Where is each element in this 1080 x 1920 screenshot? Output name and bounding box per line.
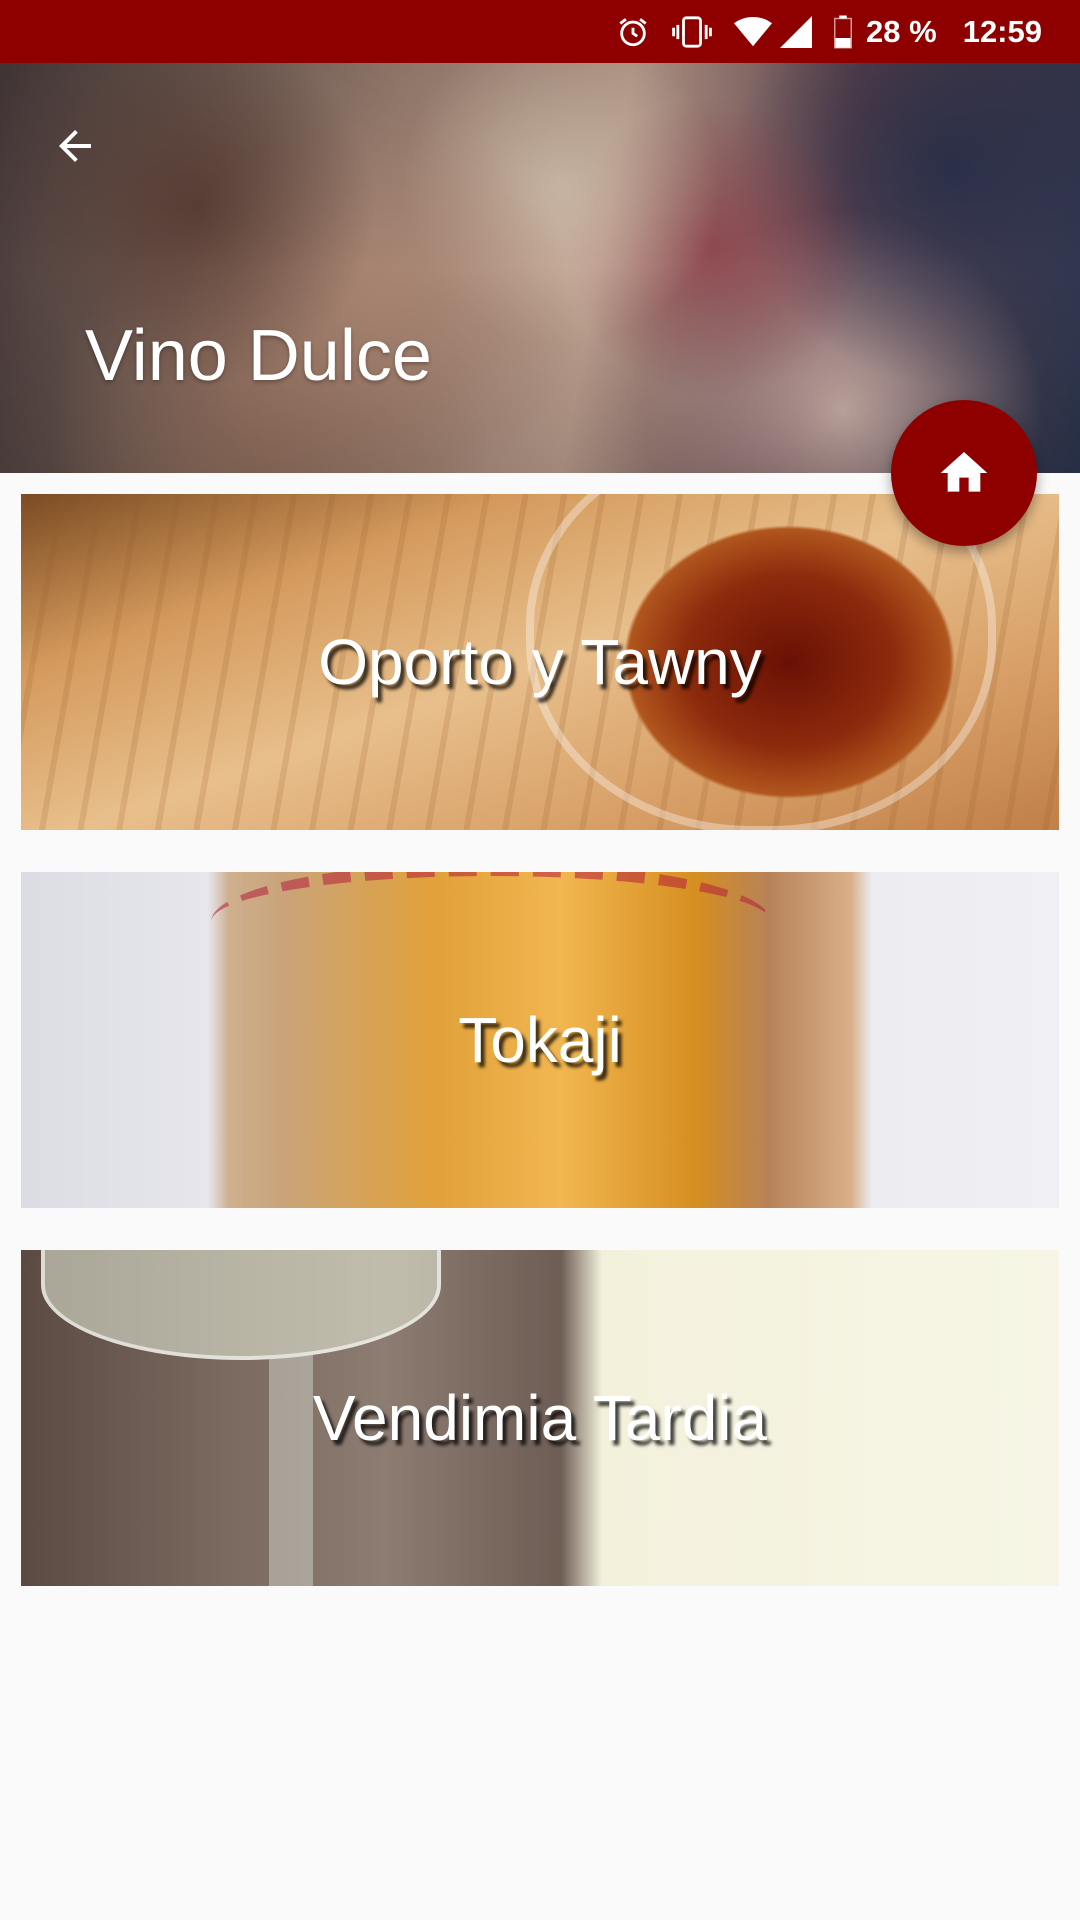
wine-glass-stem (269, 1355, 313, 1586)
wifi-icon (734, 16, 773, 48)
signal-icon (780, 15, 813, 48)
collapsing-header: Vino Dulce (0, 63, 1080, 473)
clock: 12:59 (962, 13, 1042, 49)
home-icon (940, 452, 988, 492)
category-label: Vendimia Tardia (312, 1382, 768, 1454)
page-title: Vino Dulce (85, 316, 432, 396)
category-card-tokaji[interactable]: Tokaji (21, 872, 1059, 1208)
header-image-scrim (0, 63, 1080, 473)
home-fab-button[interactable] (891, 400, 1037, 546)
status-bar: 28 % 12:59 (0, 0, 1080, 63)
back-button[interactable] (40, 111, 110, 181)
category-card-vendimia-tardia[interactable]: Vendimia Tardia (21, 1250, 1059, 1586)
category-card-oporto-tawny[interactable]: Oporto y Tawny (21, 494, 1059, 830)
category-label: Oporto y Tawny (318, 626, 762, 698)
alarm-icon (616, 15, 650, 49)
vibrate-icon (672, 15, 712, 49)
battery-level: 28 % (866, 13, 937, 49)
bottle-rope-image (211, 872, 771, 982)
category-label: Tokaji (458, 1004, 622, 1076)
battery-icon (834, 15, 853, 49)
arrow-back-icon (59, 130, 91, 162)
wine-glass-image (41, 1250, 441, 1360)
